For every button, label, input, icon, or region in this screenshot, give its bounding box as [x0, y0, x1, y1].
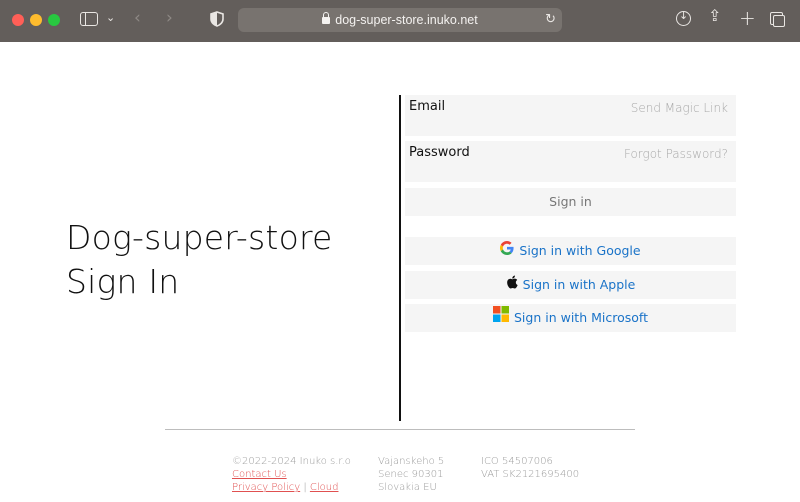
close-window-button[interactable] [12, 14, 24, 26]
apple-sign-in-button[interactable]: Sign in with Apple [405, 271, 736, 299]
tab-overview-icon[interactable] [770, 12, 785, 27]
footer-divider [165, 429, 635, 430]
forgot-password-link[interactable]: Forgot Password? [624, 147, 728, 161]
password-label: Password [409, 145, 470, 160]
email-input[interactable] [409, 117, 636, 133]
ico-number: ICO 54507006 [481, 456, 553, 467]
page-title-line2: Sign In [66, 262, 180, 301]
microsoft-icon [493, 304, 509, 332]
microsoft-sign-in-button[interactable]: Sign in with Microsoft [405, 304, 736, 332]
divider [399, 95, 401, 421]
privacy-policy-link[interactable]: Privacy Policy [232, 482, 300, 493]
browser-toolbar: ⌄ ‹ › dog-super-store.inuko.net ↻ ⇪ + [0, 0, 800, 42]
new-tab-icon[interactable]: + [739, 8, 756, 28]
contact-us-link[interactable]: Contact Us [232, 469, 287, 480]
google-icon [500, 237, 514, 265]
footer-address: Vajanskeho 5 Senec 90301 Slovakia EU [378, 455, 444, 494]
google-sign-in-button[interactable]: Sign in with Google [405, 237, 736, 265]
address-line2: Senec 90301 [378, 469, 444, 480]
forward-icon[interactable]: › [166, 10, 173, 27]
address-line3: Slovakia EU [378, 482, 437, 493]
footer-company: ©2022-2024 Inuko s.r.o Contact Us Privac… [232, 455, 351, 494]
email-field[interactable]: Email Send Magic Link [405, 95, 736, 136]
microsoft-button-label: Sign in with Microsoft [514, 310, 648, 325]
cloud-link[interactable]: Cloud [310, 482, 339, 493]
privacy-shield-icon[interactable] [210, 11, 224, 27]
minimize-window-button[interactable] [30, 14, 42, 26]
email-label: Email [409, 99, 446, 114]
reload-icon[interactable]: ↻ [545, 12, 556, 27]
sidebar-toggle-icon[interactable] [80, 12, 98, 26]
apple-button-label: Sign in with Apple [522, 277, 636, 292]
google-button-label: Sign in with Google [519, 243, 641, 258]
address-bar[interactable]: dog-super-store.inuko.net ↻ [238, 8, 562, 32]
maximize-window-button[interactable] [48, 14, 60, 26]
lock-icon [322, 12, 331, 24]
page-title-line1: Dog-super-store [66, 218, 333, 257]
share-icon[interactable]: ⇪ [708, 8, 721, 24]
footer-registration: ICO 54507006 VAT SK2121695400 [481, 455, 579, 481]
sign-in-button[interactable]: Sign in [405, 188, 736, 216]
footer-separator: | [303, 482, 307, 493]
download-icon[interactable] [676, 10, 691, 26]
vat-number: VAT SK2121695400 [481, 469, 580, 480]
url-text: dog-super-store.inuko.net [335, 13, 478, 27]
page-title: Dog-super-store Sign In [66, 216, 333, 304]
password-input[interactable] [409, 163, 636, 179]
back-icon[interactable]: ‹ [134, 10, 141, 27]
address-line1: Vajanskeho 5 [378, 456, 445, 467]
copyright-text: ©2022-2024 Inuko s.r.o [232, 456, 351, 467]
apple-icon [506, 271, 518, 299]
password-field[interactable]: Password Forgot Password? [405, 141, 736, 182]
page-content: Dog-super-store Sign In Email Send Magic… [0, 42, 800, 502]
chevron-down-icon[interactable]: ⌄ [106, 12, 115, 23]
send-magic-link[interactable]: Send Magic Link [631, 101, 728, 115]
